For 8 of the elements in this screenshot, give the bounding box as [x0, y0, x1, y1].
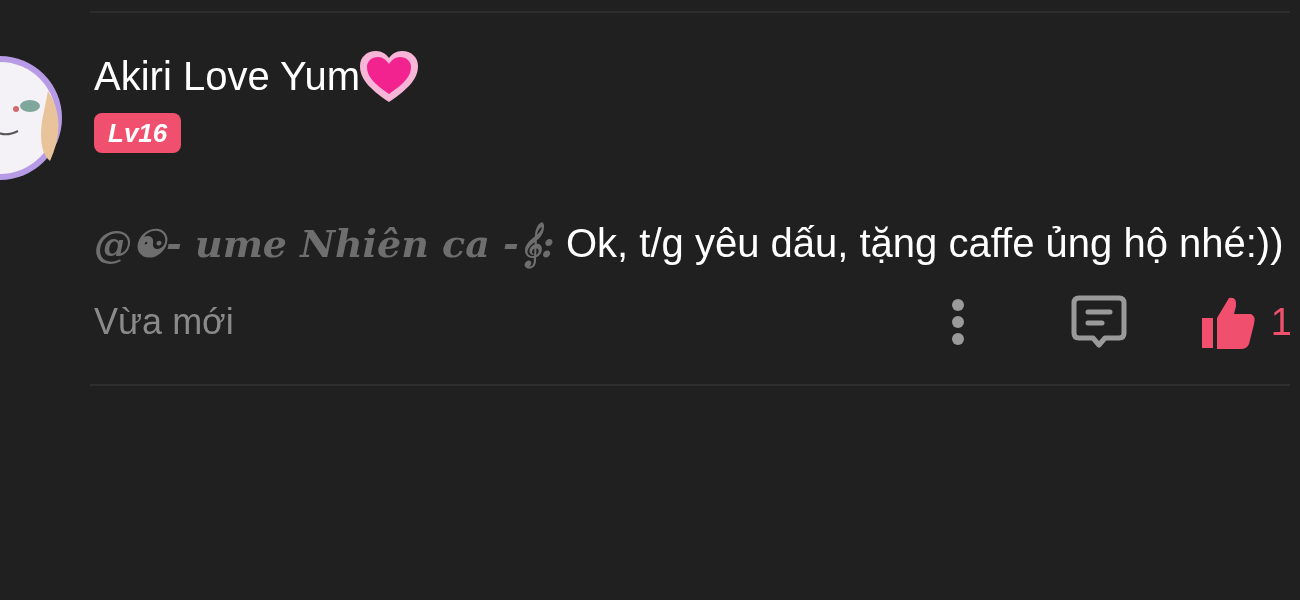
like-button[interactable]: 1: [1198, 293, 1292, 351]
timestamp: Vừa mới: [94, 300, 235, 344]
author-name[interactable]: Akiri Love Yum: [94, 51, 361, 101]
more-icon[interactable]: [950, 297, 965, 347]
heart-icon: [358, 50, 421, 104]
level-badge: Lv16: [94, 113, 182, 153]
reply-icon[interactable]: [1070, 295, 1127, 349]
comment-text: @☯- ume Nhiên ca -𝄞: Ok, t/g yêu dấu, tặng caffe ủng hộ nhé:)): [94, 205, 1286, 282]
